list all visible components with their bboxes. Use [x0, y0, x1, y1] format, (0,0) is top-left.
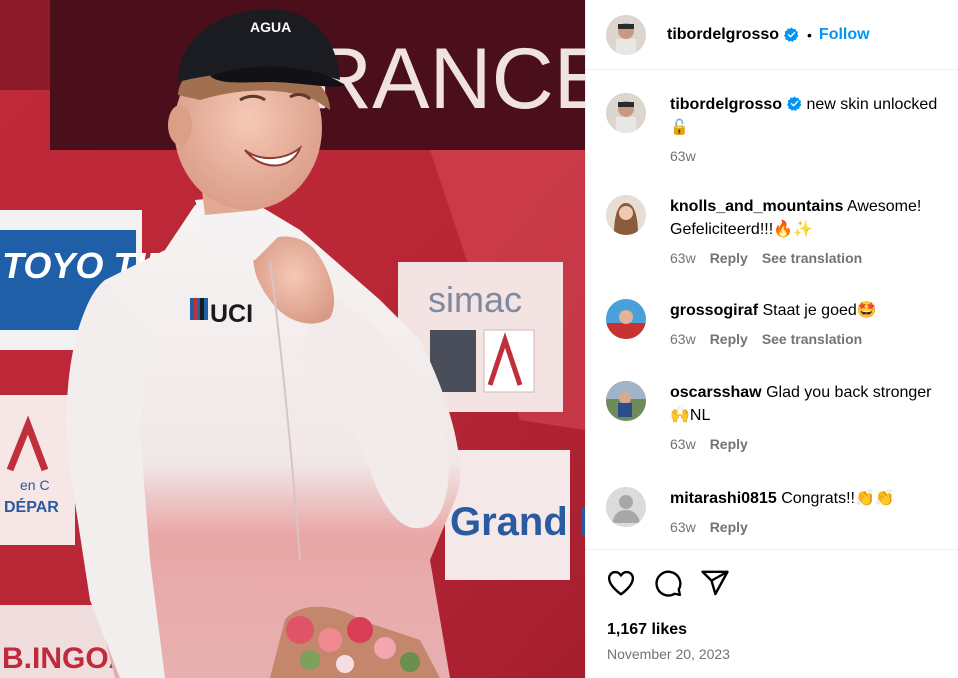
comment-item: knolls_and_mountains Awesome! Gefelicite…	[606, 195, 951, 266]
comment-meta: 63w Reply	[670, 519, 951, 535]
post-actions-section: 1,167 likes November 20, 2023	[586, 549, 958, 678]
sign-grand-est: Grand Est	[450, 500, 585, 544]
cap-logo: AGUA	[250, 19, 291, 35]
share-icon[interactable]	[700, 568, 730, 598]
banner-text: RANCE	[310, 31, 585, 127]
commenter-avatar[interactable]	[606, 195, 646, 235]
reply-button[interactable]: Reply	[710, 331, 748, 347]
post-image: RANCE TOYO TIR simac Grand Est en C DÉPA…	[0, 0, 585, 678]
reply-button[interactable]: Reply	[710, 250, 748, 266]
comment-item: grossogiraf Staat je goed🤩 63w Reply See…	[606, 299, 951, 347]
caption-avatar[interactable]	[606, 93, 646, 133]
comment-meta: 63w Reply See translation	[670, 250, 951, 266]
sign-en: en C	[20, 477, 50, 493]
separator-dot: •	[807, 26, 812, 43]
action-bar	[606, 568, 730, 598]
author-avatar[interactable]	[606, 14, 646, 55]
commenter-avatar[interactable]	[606, 299, 646, 339]
likes-count[interactable]: 1,167 likes	[607, 621, 687, 639]
verified-badge-icon	[787, 96, 802, 111]
sign-depart: DÉPAR	[4, 497, 59, 516]
comment-username[interactable]: mitarashi0815	[670, 490, 777, 507]
comment-meta: 63w Reply See translation	[670, 331, 951, 347]
caption-time[interactable]: 63w	[670, 148, 696, 164]
see-translation-button[interactable]: See translation	[762, 250, 862, 266]
comment-time[interactable]: 63w	[670, 519, 696, 535]
comment-time[interactable]: 63w	[670, 250, 696, 266]
commenter-avatar[interactable]	[606, 487, 646, 527]
comment-username[interactable]: knolls_and_mountains	[670, 198, 843, 215]
caption-text: new skin unlocked	[806, 96, 938, 113]
comment-time[interactable]: 63w	[670, 436, 696, 452]
comment-username[interactable]: grossogiraf	[670, 302, 758, 319]
comment-time[interactable]: 63w	[670, 331, 696, 347]
post-photo[interactable]: RANCE TOYO TIR simac Grand Est en C DÉPA…	[0, 0, 585, 678]
caption-meta: 63w	[670, 148, 951, 164]
author-username[interactable]: tibordelgrosso	[667, 26, 779, 44]
comment-meta: 63w Reply	[670, 436, 951, 452]
post-panel: tibordelgrosso • Follow tibordelgrosso n…	[585, 0, 958, 678]
see-translation-button[interactable]: See translation	[762, 331, 862, 347]
jersey-logo: UCI	[210, 300, 253, 328]
caption: tibordelgrosso new skin unlocked 🔓 63w	[606, 93, 951, 164]
comment-username[interactable]: oscarsshaw	[670, 384, 762, 401]
sign-simac: simac	[428, 279, 522, 320]
comment-item: mitarashi0815 Congrats!!👏👏 63w Reply	[606, 487, 951, 535]
commenter-avatar[interactable]	[606, 381, 646, 421]
reply-button[interactable]: Reply	[710, 436, 748, 452]
comment-icon[interactable]	[653, 568, 683, 598]
post-date[interactable]: November 20, 2023	[607, 646, 730, 662]
caption-username[interactable]: tibordelgrosso	[670, 96, 782, 113]
comment-text: Congrats!!👏👏	[781, 490, 895, 507]
post-header: tibordelgrosso • Follow	[586, 0, 958, 70]
unlock-emoji: 🔓	[670, 118, 689, 136]
heart-icon[interactable]	[606, 568, 636, 598]
reply-button[interactable]: Reply	[710, 519, 748, 535]
comment-item: oscarsshaw Glad you back stronger 🙌NL 63…	[606, 381, 951, 452]
verified-badge-icon	[784, 27, 799, 42]
comment-text: Staat je goed🤩	[762, 302, 877, 319]
follow-button[interactable]: Follow	[819, 26, 870, 44]
comments-list[interactable]: tibordelgrosso new skin unlocked 🔓 63w k…	[586, 71, 958, 549]
